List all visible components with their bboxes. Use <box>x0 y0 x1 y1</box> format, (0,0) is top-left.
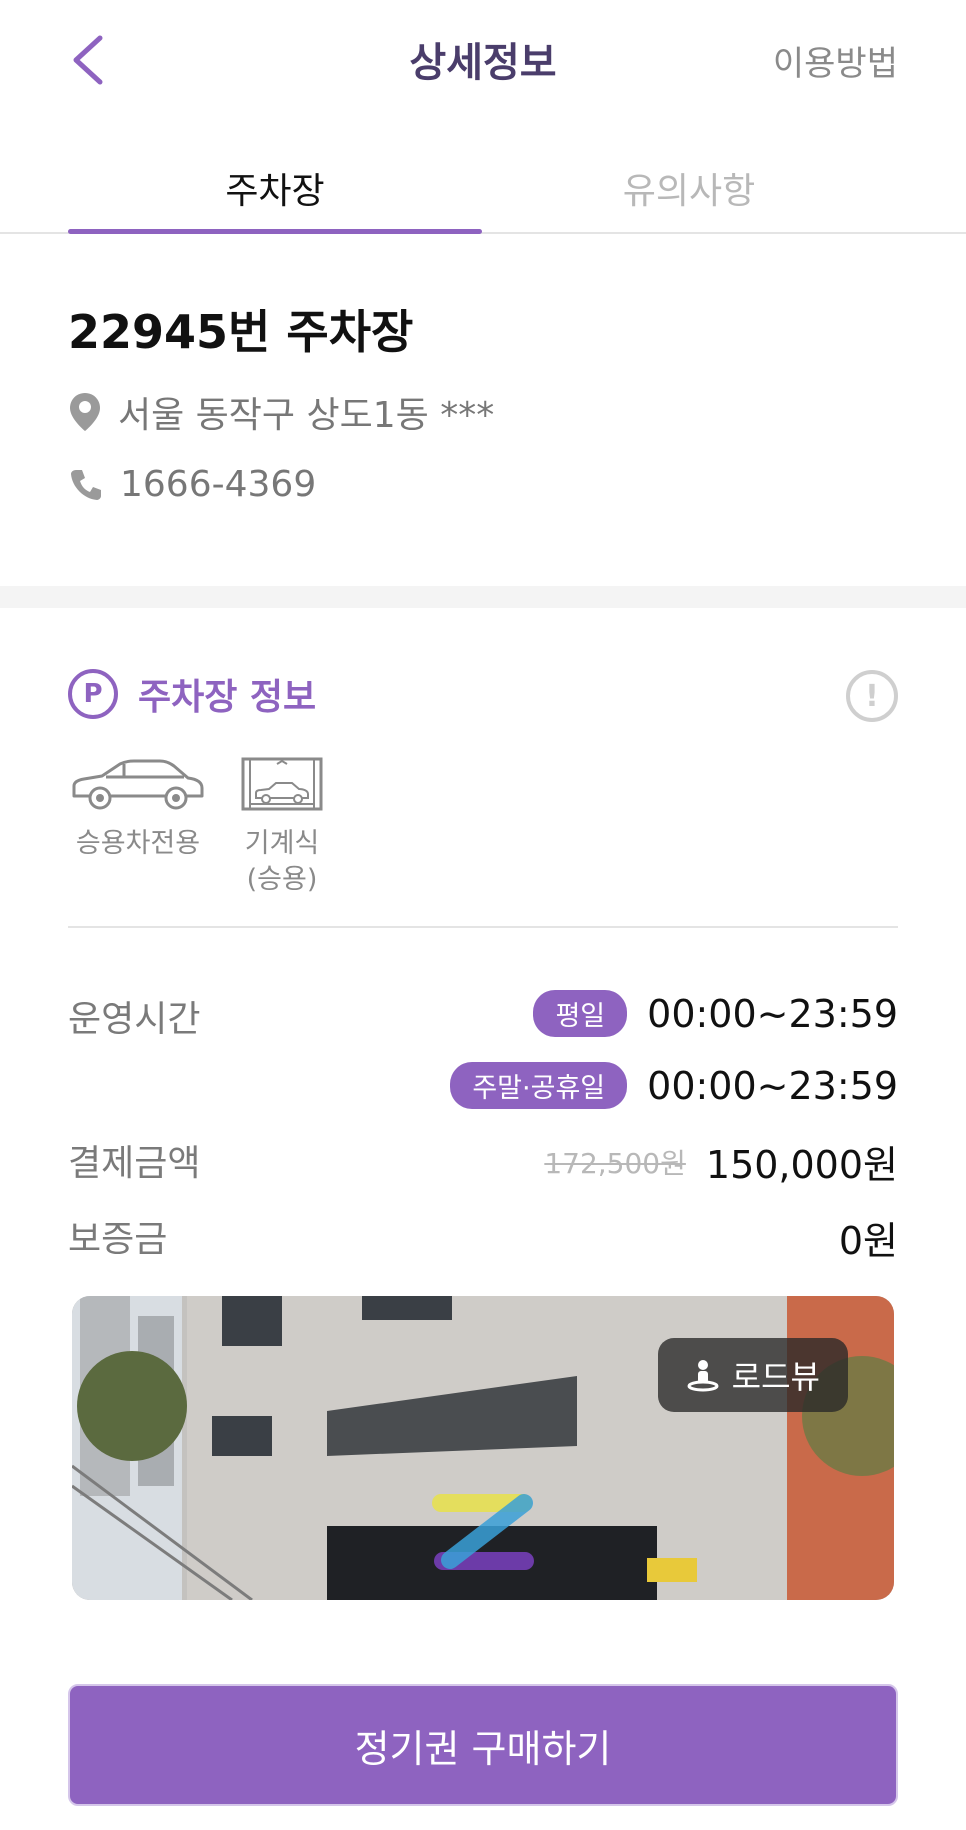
tab-bar: 주차장 유의사항 <box>0 140 966 234</box>
deposit-amount: 0원 <box>838 1219 898 1263</box>
address-text: 서울 동작구 상도1동 *** <box>118 395 495 436</box>
parking-lot-name: 22945번 주차장 <box>68 305 414 359</box>
payment-row: 172,500원 150,000원 <box>544 1134 898 1189</box>
phone-icon <box>71 469 101 500</box>
active-tab-indicator <box>68 229 482 234</box>
operating-hours-label: 운영시간 <box>68 999 201 1040</box>
feature-mechanical-label-1: 기계식 <box>244 828 320 859</box>
weekday-hours: 00:00~23:59 <box>647 991 898 1036</box>
feature-sedan-label: 승용차전용 <box>75 828 201 859</box>
deposit-row: 0원 <box>839 1210 898 1265</box>
tab-notes[interactable]: 유의사항 <box>482 162 896 214</box>
person-pin-icon <box>687 1360 719 1392</box>
parking-info-title: 주차장 정보 <box>138 677 317 718</box>
feature-sedan-only: 승용차전용 <box>68 756 208 862</box>
location-pin-icon <box>70 393 100 431</box>
weekday-tag: 평일 <box>533 990 628 1037</box>
feature-mechanical: 기계식 (승용) <box>232 756 332 898</box>
phone-row[interactable]: 1666-4369 <box>68 464 316 505</box>
divider <box>68 926 898 928</box>
sale-price: 150,000원 <box>705 1143 898 1187</box>
roadview-label: 로드뷰 <box>731 1358 820 1396</box>
phone-number[interactable]: 1666-4369 <box>120 464 316 505</box>
weekend-hours: 00:00~23:59 <box>647 1063 898 1108</box>
parking-lot-photo[interactable]: 로드뷰 <box>72 1296 894 1600</box>
parking-info-header: P 주차장 정보 <box>68 668 316 720</box>
deposit-label: 보증금 <box>68 1219 168 1260</box>
weekend-hours-row: 주말·공휴일 00:00~23:59 <box>450 1062 898 1109</box>
app-header: 상세정보 이용방법 <box>0 0 966 120</box>
address-row: 서울 동작구 상도1동 *** <box>68 386 494 438</box>
tab-parking-lot[interactable]: 주차장 <box>68 162 482 214</box>
info-alert-icon[interactable]: ! <box>846 670 898 722</box>
weekday-hours-row: 평일 00:00~23:59 <box>533 990 898 1037</box>
buy-pass-button[interactable]: 정기권 구매하기 <box>68 1684 898 1806</box>
section-separator <box>0 586 966 608</box>
sedan-car-icon <box>72 759 204 810</box>
weekend-holiday-tag: 주말·공휴일 <box>450 1062 628 1109</box>
parking-p-icon: P <box>68 669 118 719</box>
payment-label: 결제금액 <box>68 1143 201 1184</box>
mechanical-parking-icon <box>241 757 323 811</box>
roadview-button[interactable]: 로드뷰 <box>657 1338 848 1412</box>
feature-mechanical-label-2: (승용) <box>246 864 318 895</box>
how-to-use-link[interactable]: 이용방법 <box>773 36 898 85</box>
original-price: 172,500원 <box>544 1146 686 1180</box>
